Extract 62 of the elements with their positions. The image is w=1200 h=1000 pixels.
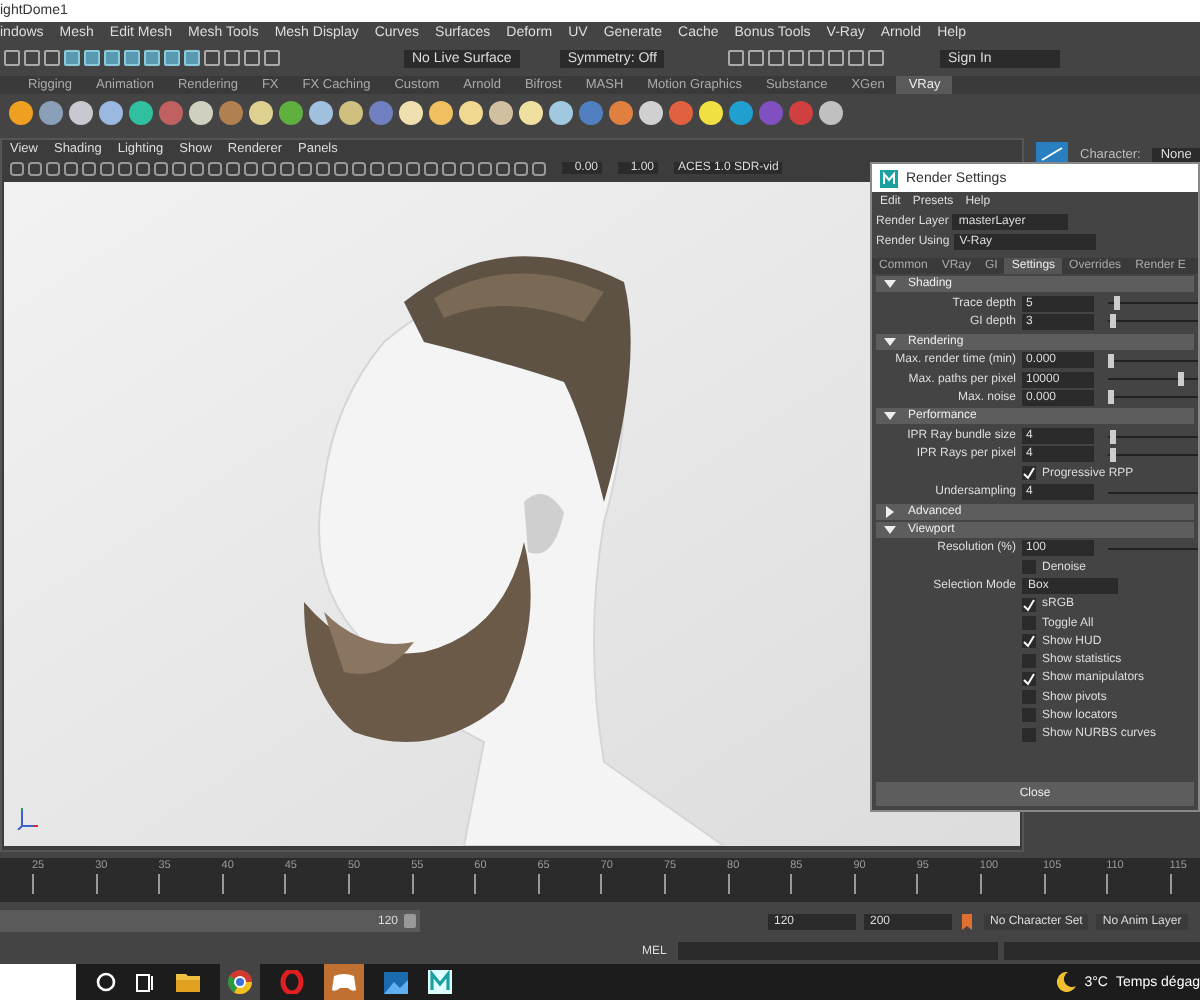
circle-icon[interactable] (96, 972, 116, 992)
sphere-icon[interactable] (428, 100, 454, 126)
axis-icon (16, 806, 40, 830)
range-handle[interactable] (404, 914, 416, 928)
slider-thumb[interactable] (1178, 372, 1185, 387)
image-icon[interactable] (384, 971, 408, 993)
checkbox[interactable] (1022, 560, 1036, 575)
collapsed-arrow-icon (884, 505, 896, 518)
sphere-icon[interactable] (608, 100, 634, 126)
checkbox[interactable] (1022, 671, 1036, 686)
app-icon[interactable] (428, 970, 452, 994)
sphere-icon[interactable] (488, 100, 514, 126)
sphere-icon[interactable] (458, 100, 484, 126)
sphere-icon[interactable] (338, 100, 364, 126)
sphere-icon[interactable] (188, 100, 214, 126)
sphere-icon[interactable] (638, 100, 664, 126)
expanded-arrow-icon (884, 335, 896, 348)
slider-thumb[interactable] (1108, 390, 1114, 405)
sphere-icon[interactable] (68, 100, 94, 126)
sphere-icon[interactable] (98, 100, 124, 126)
check-icon (1022, 597, 1036, 612)
sphere-icon[interactable] (728, 100, 754, 126)
wheel-icon[interactable] (228, 970, 252, 994)
slider-thumb[interactable] (1113, 296, 1120, 311)
checkbox[interactable] (1022, 708, 1036, 723)
checkbox[interactable] (1022, 616, 1036, 630)
checkbox[interactable] (1022, 466, 1036, 481)
expanded-arrow-icon (884, 410, 896, 423)
moon-icon (1056, 972, 1077, 992)
sphere-icon[interactable] (308, 100, 334, 126)
sphere-icon[interactable] (38, 100, 64, 126)
check-icon (1022, 671, 1036, 686)
checkbox[interactable] (1022, 597, 1036, 612)
sphere-icon[interactable] (548, 100, 574, 126)
expanded-arrow-icon (884, 278, 896, 290)
check-icon (1022, 466, 1036, 481)
checkbox[interactable] (1022, 727, 1036, 742)
slider-thumb[interactable] (1110, 429, 1117, 444)
checkbox[interactable] (1022, 634, 1036, 649)
app-icon (880, 169, 898, 187)
sphere-icon[interactable] (818, 100, 844, 126)
sphere-icon[interactable] (248, 100, 274, 126)
check-icon (1022, 634, 1036, 649)
key-icon[interactable] (960, 911, 976, 931)
sphere-icon[interactable] (398, 100, 424, 126)
slider-thumb[interactable] (1108, 353, 1114, 368)
folder-icon[interactable] (176, 972, 200, 992)
sphere-icon[interactable] (8, 100, 34, 126)
slider-thumb[interactable] (1110, 314, 1117, 329)
command-field[interactable] (678, 942, 999, 960)
search-field[interactable] (0, 964, 76, 1000)
controller-icon[interactable] (332, 972, 356, 992)
sphere-icon[interactable] (518, 100, 544, 126)
expanded-arrow-icon (884, 523, 896, 536)
sphere-icon[interactable] (278, 100, 304, 126)
checkbox[interactable] (1022, 653, 1036, 668)
task-view-icon[interactable] (136, 973, 156, 991)
slider-thumb[interactable] (1110, 447, 1117, 462)
sphere-icon[interactable] (698, 100, 724, 126)
checkbox[interactable] (1022, 690, 1036, 705)
ring-icon[interactable] (280, 970, 304, 994)
sphere-icon[interactable] (128, 100, 154, 126)
